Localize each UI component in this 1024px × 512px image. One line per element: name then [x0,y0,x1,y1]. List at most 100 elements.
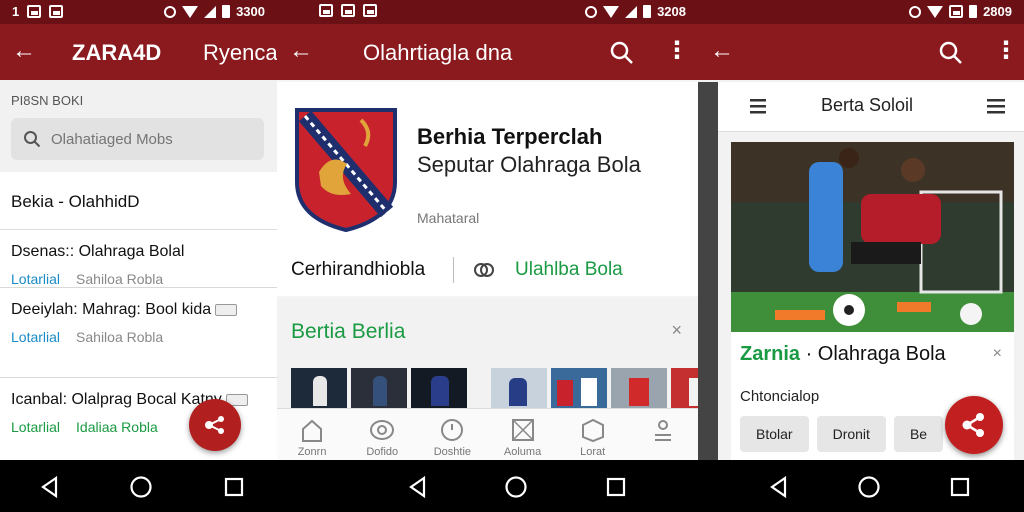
club-actions-row: Cerhirandhiobla Ulahlba Bola [291,257,684,287]
chip[interactable]: Be [893,416,944,452]
divider [453,257,454,283]
more-vert-icon[interactable]: ⋮ [994,38,1018,64]
article-title-text: · Olahraga Bola [800,343,946,365]
chip-group-label: Chtoncialop [740,388,820,405]
app-title: ZARA4D [72,40,162,65]
nav-back-icon[interactable] [406,475,430,499]
app-title-secondary[interactable]: Ryenca [203,40,277,66]
box-icon [581,418,604,443]
gallery-icon [27,5,42,18]
item-title: Deeiylah: Mahrag: Bool kida [11,301,212,318]
grid-icon [511,419,534,441]
back-arrow-icon[interactable]: ← [12,38,36,64]
app-bar: ← ZARA4D Ryenca [0,24,277,80]
status-bar: 3208 [277,0,698,24]
nav-back-icon[interactable] [767,475,791,499]
thumbnail[interactable] [491,368,547,408]
item-category[interactable]: Lotarlial [11,329,60,345]
signal-icon [204,5,217,18]
follow-link[interactable]: Cerhirandhiobla [291,259,425,281]
gallery-icon [319,4,333,17]
close-icon[interactable]: × [993,345,1002,363]
alarm-icon [909,5,922,18]
article-title-highlight: Zarnia [740,343,801,365]
tab-history[interactable]: Doshtie [422,409,482,460]
search-icon [24,131,41,148]
item-category[interactable]: Lotarlial [11,419,60,435]
tab-label: Zonrn [297,446,327,458]
tab-home[interactable]: Zonrn [282,409,342,460]
thumbnail[interactable] [671,368,698,408]
chip[interactable]: Dronit [816,416,886,452]
battery-icon [222,5,231,18]
media-icon [215,303,238,316]
home-icon [302,419,323,442]
link-icon[interactable] [473,259,495,281]
wifi-icon [603,5,620,18]
bottom-tab-bar: Zonrn Dofido Doshtie Aoluma Lorat [277,408,698,460]
thumbnail[interactable] [411,368,467,408]
nav-home-icon[interactable] [129,475,153,499]
wifi-icon [927,5,944,18]
search-input[interactable] [51,128,251,150]
search-icon[interactable] [938,40,964,66]
app-bar: ← ⋮ [698,24,1024,80]
club-subtitle: Seputar Olahraga Bola [417,152,641,177]
share-fab-button[interactable] [945,396,1003,454]
nav-recents-icon[interactable] [604,475,628,499]
app-title: Olahrtiagla dna [363,40,513,65]
section-title: Bertia Berlia [291,320,406,343]
thumbnail[interactable] [551,368,607,408]
menu-icon[interactable] [748,96,768,116]
status-time: 2809 [983,4,1012,19]
person-icon [654,420,671,441]
thumbnail[interactable] [611,368,667,408]
share-fab-button[interactable] [189,399,241,451]
list-item[interactable]: Deeiylah: Mahrag: Bool kida Lotarlial Sa… [0,288,277,378]
thumbnail[interactable] [291,368,347,408]
nav-home-icon[interactable] [504,475,528,499]
share-icon [205,416,224,434]
list-heading: Bekia - OlahhidD [0,172,277,230]
alarm-icon [585,5,598,18]
compass-icon [370,420,395,440]
item-source: Idaliaa Robla [76,419,158,435]
screen-article: 2809 ← ⋮ Berta Soloil Zarnia · Olahraga … [698,0,1024,460]
app-bar: ← Olahrtiagla dna ⋮ [277,24,698,80]
nav-back-icon[interactable] [38,475,62,499]
tab-label: Dofido [366,446,399,458]
search-box[interactable] [11,118,264,160]
match-photo[interactable] [731,142,1014,332]
nav-recents-icon[interactable] [222,475,246,499]
club-meta: Mahataral [417,210,480,226]
tab-label: Doshtie [433,446,472,458]
nav-recents-icon[interactable] [948,475,972,499]
tab-grid[interactable]: Aoluma [493,409,553,460]
chip-group: Btolar Dronit Be [740,416,944,452]
chip[interactable]: Btolar [740,416,809,452]
tab-label: Aoluma [503,446,542,458]
tab-discover[interactable]: Dofido [352,409,412,460]
item-category[interactable]: Lotarlial [11,271,60,287]
item-source: Sahiloa Robla [76,271,164,287]
more-vert-icon[interactable]: ⋮ [665,38,689,64]
tab-profile[interactable] [633,409,693,460]
category-link[interactable]: Ulahlba Bola [515,259,623,281]
close-icon[interactable]: × [671,320,682,341]
back-arrow-icon[interactable]: ← [710,38,734,64]
signal-icon [625,5,638,18]
thumbnail[interactable] [351,368,407,408]
sub-toolbar: Berta Soloil [718,82,1024,132]
section-label: PI8SN BOKI [11,93,84,108]
hamburger-icon[interactable] [986,96,1006,116]
notification-count: 1 [12,4,20,19]
tab-box[interactable]: Lorat [563,409,623,460]
thumbnail-strip [291,368,698,408]
back-arrow-icon[interactable]: ← [289,38,313,64]
list-item[interactable]: Dsenas:: Olahraga Bolal Lotarlial Sahilo… [0,230,277,288]
status-time: 3300 [236,4,265,19]
nav-home-icon[interactable] [857,475,881,499]
item-source: Sahiloa Robla [76,329,164,345]
search-icon[interactable] [609,40,635,66]
screen-news-list: 1 3300 ← ZARA4D Ryenca PI8SN BOKI Bekia … [0,0,277,460]
